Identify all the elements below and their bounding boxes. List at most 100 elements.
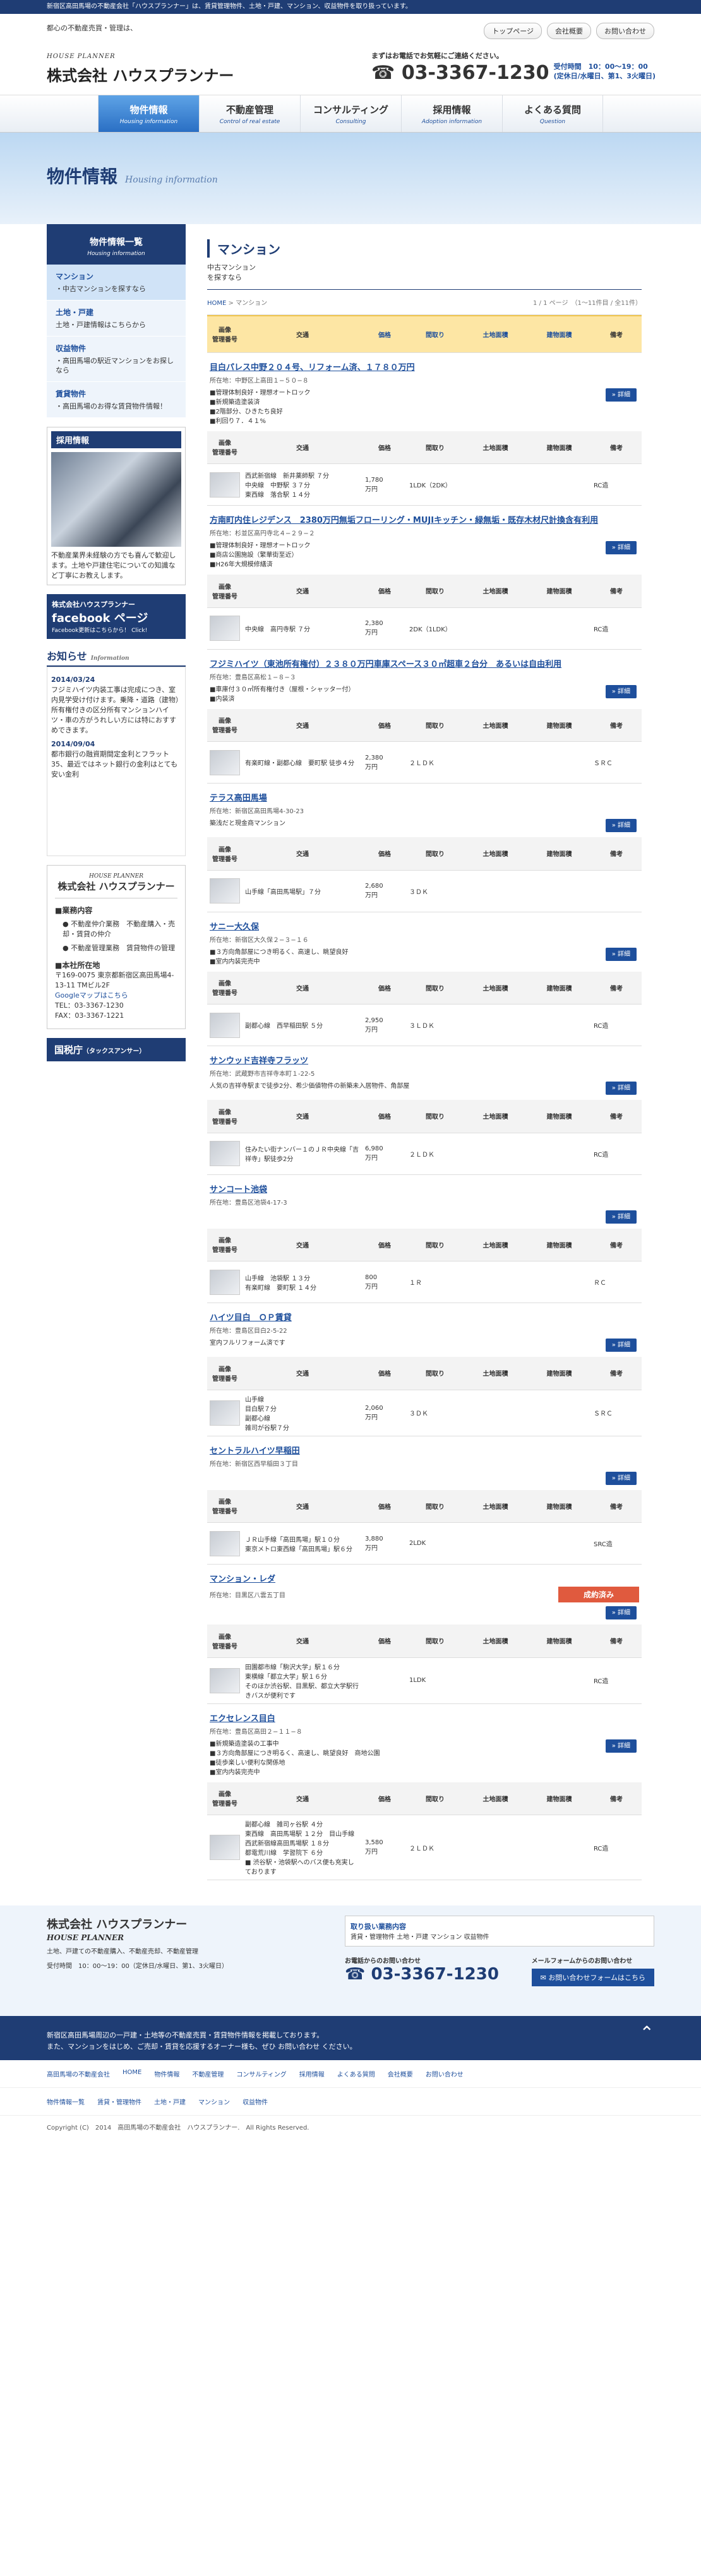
property-title[interactable]: フジミハイツ（東池所有権付）２３８０万円車庫スペース３０㎡超車２台分 あるいは自… [210, 660, 561, 669]
page-top-icon[interactable]: ⌃ [640, 2024, 654, 2042]
detail-button[interactable]: » 詳細 [605, 1339, 637, 1352]
footer-link[interactable]: 土地・戸建 [154, 2097, 186, 2106]
google-map-link[interactable]: Googleマップはこちら [55, 991, 128, 999]
detail-button[interactable]: » 詳細 [605, 1210, 637, 1224]
footer-links-2: 物件情報一覧 賃貸・管理物件 土地・戸建 マンション 収益物件 [0, 2088, 701, 2116]
footer-link[interactable]: 賃貸・管理物件 [97, 2097, 141, 2106]
holiday-text: (定休日/水曜日、第1、3火曜日) [553, 72, 656, 80]
sidebar-item-rental[interactable]: 賃貸物件 ・高田馬場のお得な賃貸物件情報！ [47, 382, 186, 418]
sidebar-item-income[interactable]: 収益物件 ・高田馬場の駅近マンションをお探しなら [47, 337, 186, 382]
news-scroll[interactable]: 2014/03/24 フジミハイツ内装工事は完成につき、室内見学受け付けます。乗… [47, 667, 186, 856]
gnav-item-recruit[interactable]: 採用情報 Adoption information [401, 95, 502, 132]
sort-land[interactable]: 土地面積 [482, 332, 508, 339]
property-image[interactable] [210, 472, 240, 498]
news-text: 都市銀行の融資期間定金利とフラット35、最近ではネット銀行の金利はとても安い金利 [51, 750, 178, 778]
page-title-en: Housing information [125, 175, 218, 185]
property-title[interactable]: 目白パレス中野２０４号、リフォーム済、１７８０万円 [210, 363, 415, 373]
footer-link[interactable]: マンション [198, 2097, 230, 2106]
sort-layout[interactable]: 間取り [426, 332, 445, 339]
detail-button[interactable]: » 詳細 [605, 388, 637, 402]
footer-link[interactable]: よくある質問 [337, 2069, 375, 2078]
top-links: トップページ 会社概要 お問い合わせ [484, 23, 654, 39]
sold-badge: 成約済み [558, 1587, 639, 1602]
footer-top: 株式会社 ハウスプランナー HOUSE PLANNER 土地、戸建ての不動産購入… [0, 1905, 701, 2016]
sort-building[interactable]: 建物面積 [546, 332, 572, 339]
detail-button[interactable]: » 詳細 [605, 1606, 637, 1619]
footer-tel[interactable]: ☎ 03-3367-1230 [345, 1965, 499, 1984]
detail-button[interactable]: » 詳細 [605, 1739, 637, 1753]
property-image[interactable] [210, 1835, 240, 1860]
property-image[interactable] [210, 616, 240, 641]
footer-link[interactable]: お問い合わせ [426, 2069, 464, 2078]
gnav-item-management[interactable]: 不動産管理 Control of real estate [199, 95, 300, 132]
breadcrumb: HOME > マンション 1 / 1 ページ （1〜11件目 / 全11件） [207, 290, 642, 315]
sidebar: 物件情報一覧 Housing information マンション ・中古マンションを… [47, 224, 186, 1880]
contact-form-button[interactable]: ✉ お問い合わせフォームはこちら [531, 1969, 654, 1986]
news-heading: お知らせ Information [47, 648, 186, 667]
detail-button[interactable]: » 詳細 [605, 684, 637, 698]
detail-button[interactable]: » 詳細 [605, 1471, 637, 1485]
copyright: Copyright (C) 2014 高田馬場の不動産会社 ハウスプランナー. … [47, 2125, 309, 2132]
tagline: 都心の不動産売買・管理は、 [47, 24, 137, 32]
footer-link[interactable]: 物件情報一覧 [47, 2097, 85, 2106]
logo-sub: HOUSE PLANNER [47, 53, 116, 60]
top-link-contact[interactable]: お問い合わせ [596, 23, 654, 39]
section-lead: 中古マンション を探すなら [207, 263, 642, 290]
section-title: マンション [207, 239, 642, 258]
news-text: フジミハイツ内装工事は完成につき、室内見学受け付けます。乗降・道路（建物）所有権… [51, 686, 179, 734]
gnav-item-consulting[interactable]: コンサルティング Consulting [300, 95, 401, 132]
news-section: お知らせ Information 2014/03/24 フジミハイツ内装工事は完成… [47, 648, 186, 856]
sidebar-item-land[interactable]: 土地・戸建 土地・戸建情報はこちらから [47, 301, 186, 337]
detail-button[interactable]: » 詳細 [605, 541, 637, 554]
detail-button[interactable]: » 詳細 [605, 947, 637, 961]
property-image[interactable] [210, 1012, 240, 1038]
detail-button[interactable]: » 詳細 [605, 819, 637, 832]
footer-link[interactable]: 採用情報 [299, 2069, 325, 2078]
sidebar-head: 物件情報一覧 Housing information [47, 224, 186, 265]
property-title[interactable]: エクセレンス目白 [210, 1714, 275, 1724]
sort-price[interactable]: 価格 [378, 332, 391, 339]
property-image[interactable] [210, 1141, 240, 1166]
sidebar-item-mansion[interactable]: マンション ・中古マンションを探すなら [47, 265, 186, 301]
property-title[interactable]: ハイツ目白 ＯＰ賃貸 [210, 1313, 292, 1323]
footer-link[interactable]: 物件情報 [154, 2069, 179, 2078]
property-title[interactable]: テラス高田馬場 [210, 794, 267, 803]
recruit-heading: 採用情報 [51, 431, 181, 448]
detail-button[interactable]: » 詳細 [605, 1082, 637, 1095]
tax-banner[interactable]: 国税庁（タックスアンサー） [47, 1038, 186, 1061]
gnav-item-housing[interactable]: 物件情報 Housing information [98, 95, 199, 132]
company-address: 〒169-0075 東京都新宿区高田馬場4-13-11 TMビル2F [55, 971, 174, 989]
property-image[interactable] [210, 1530, 240, 1556]
footer-link[interactable]: 会社概要 [388, 2069, 413, 2078]
footer-link[interactable]: HOME [123, 2069, 141, 2078]
breadcrumb-home[interactable]: HOME [207, 300, 226, 307]
hours-text: 受付時間 10：00〜19：00 [553, 63, 648, 71]
staff-photo [51, 452, 181, 547]
property-image[interactable] [210, 1667, 240, 1693]
top-link-company[interactable]: 会社概要 [547, 23, 591, 39]
recruit-banner[interactable]: 採用情報 不動産業界未経験の方でも喜んで歓迎します。土地や戸建住宅についての知識… [47, 427, 186, 585]
footer-link[interactable]: 不動産管理 [192, 2069, 224, 2078]
property-title[interactable]: サンウッド吉祥寺フラッツ [210, 1056, 308, 1066]
property-title[interactable]: マンション・レダ [210, 1575, 275, 1584]
footer-link[interactable]: 高田馬場の不動産会社 [47, 2069, 110, 2078]
property-title[interactable]: サンコート池袋 [210, 1185, 267, 1195]
property-title[interactable]: 方南町内住レジデンス 2380万円無垢フローリング・MUJIキッチン・緑無垢・既… [210, 516, 598, 525]
site-logo[interactable]: 株式会社 ハウスプランナー [47, 63, 234, 85]
gnav-item-faq[interactable]: よくある質問 Question [502, 95, 603, 132]
site-header: 都心の不動産売買・管理は、 HOUSE PLANNER 株式会社 ハウスプランナ… [0, 14, 701, 95]
property-title[interactable]: セントラルハイツ早稲田 [210, 1446, 300, 1456]
property-image[interactable] [210, 1400, 240, 1426]
facebook-banner[interactable]: 株式会社ハウスプランナー facebook ページ Facebook更新はこちらから… [47, 594, 186, 639]
property-image[interactable] [210, 749, 240, 775]
page-hero: 物件情報 Housing information [0, 133, 701, 224]
header-tel-box: まずはお電話でお気軽にご連絡ください。 ☎ 03-3367-1230 受付時間 … [371, 51, 656, 84]
top-link-home[interactable]: トップページ [484, 23, 542, 39]
property-image[interactable] [210, 1269, 240, 1295]
footer-link[interactable]: 収益物件 [243, 2097, 268, 2106]
news-date: 2014/09/04 [51, 740, 95, 748]
property-title[interactable]: サニー大久保 [210, 922, 259, 932]
property-image[interactable] [210, 878, 240, 903]
footer-link[interactable]: コンサルティング [236, 2069, 286, 2078]
footer-services: 取り扱い業務内容 賃貸・管理物件 土地・戸建 マンション 収益物件 [345, 1916, 654, 1947]
